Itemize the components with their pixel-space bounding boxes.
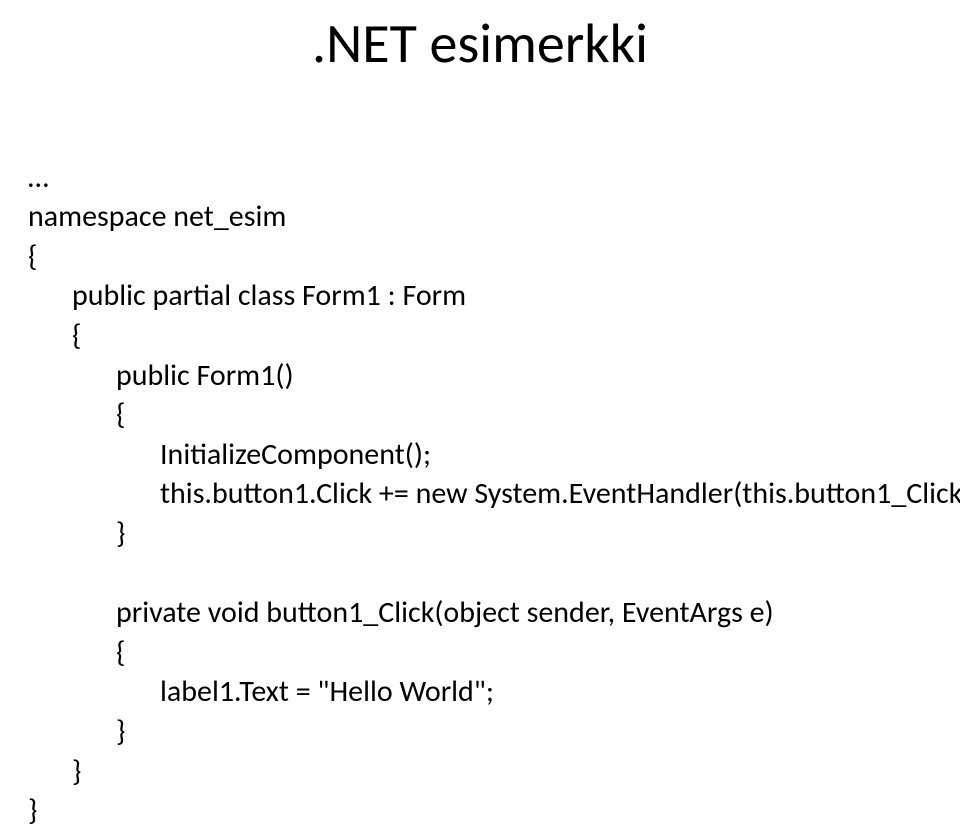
code-line: { — [28, 396, 125, 433]
code-line: … — [28, 159, 49, 196]
code-line: } — [28, 515, 125, 552]
code-line: label1.Text = "Hello World"; — [28, 673, 494, 710]
slide-title: .NET esimerkki — [0, 10, 960, 78]
code-line: this.button1.Click += new System.EventHa… — [28, 475, 960, 512]
code-line: namespace net_esim — [28, 198, 286, 235]
code-line: { — [28, 238, 37, 275]
code-line: public partial class Form1 : Form — [28, 277, 466, 314]
code-line: } — [28, 753, 81, 790]
code-line: } — [28, 792, 37, 829]
code-line: { — [28, 634, 125, 671]
code-line: private void button1_Click(object sender… — [28, 594, 774, 631]
code-example: … namespace net_esim { public partial cl… — [0, 118, 960, 831]
code-line: } — [28, 713, 125, 750]
code-line: public Form1() — [28, 357, 294, 394]
code-line: InitializeComponent(); — [28, 436, 431, 473]
code-line: { — [28, 317, 81, 354]
